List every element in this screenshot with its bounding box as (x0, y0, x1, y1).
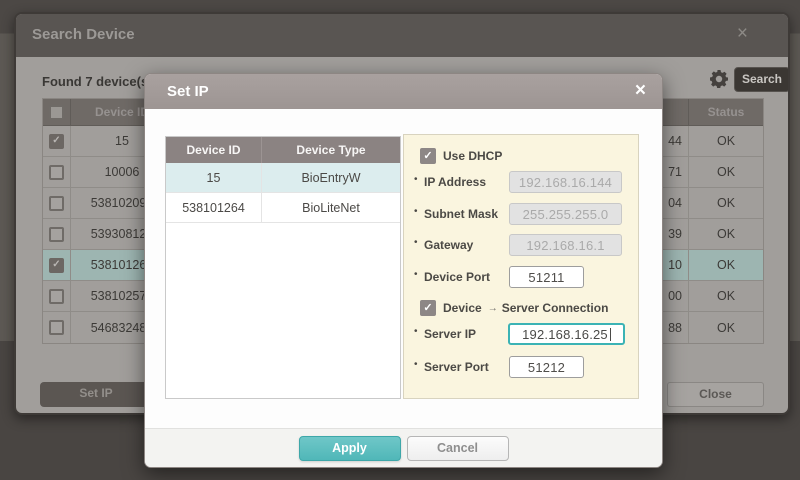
network-settings-panel: ✓ Use DHCP • IP Address 192.168.16.144 •… (403, 134, 639, 399)
subnet-mask-label: Subnet Mask (424, 203, 498, 225)
cancel-button[interactable]: Cancel (407, 436, 509, 461)
modal-table-row[interactable]: 538101264 BioLiteNet (166, 193, 400, 223)
subnet-mask-input: 255.255.255.0 (509, 203, 622, 225)
modal-device-id-cell: 538101264 (166, 193, 262, 222)
server-port-label: Server Port (424, 356, 489, 378)
set-ip-modal: Set IP × Device ID Device Type 15 BioEnt… (144, 73, 663, 468)
status-cell: OK (688, 157, 763, 187)
modal-titlebar: Set IP × (145, 74, 662, 109)
ip-address-label: IP Address (424, 171, 486, 193)
use-dhcp-checkbox[interactable]: ✓ (420, 148, 436, 164)
row-checkbox[interactable]: ✓ (49, 134, 64, 149)
gateway-input: 192.168.16.1 (509, 234, 622, 256)
status-header: Status (688, 99, 763, 125)
modal-body: Device ID Device Type 15 BioEntryW 53810… (145, 109, 662, 428)
server-ip-label: Server IP (424, 323, 476, 345)
modal-close-icon[interactable]: × (635, 80, 646, 102)
server-port-input[interactable]: 51212 (509, 356, 584, 378)
bullet-icon: • (414, 326, 418, 337)
status-cell: OK (688, 312, 763, 343)
device-port-label: Device Port (424, 266, 490, 288)
modal-table-row[interactable]: 15 BioEntryW (166, 163, 400, 193)
row-checkbox[interactable] (49, 227, 64, 242)
close-button[interactable]: Close (667, 382, 764, 407)
bullet-icon: • (414, 174, 418, 185)
search-button[interactable]: Search (734, 67, 790, 92)
settings-gear-icon[interactable] (710, 70, 728, 88)
gateway-label: Gateway (424, 234, 473, 256)
use-dhcp-label: Use DHCP (443, 149, 502, 163)
apply-button[interactable]: Apply (299, 436, 401, 461)
server-ip-value: 192.168.16.25 (522, 327, 608, 342)
text-cursor (610, 328, 611, 341)
set-ip-button[interactable]: Set IP (40, 382, 152, 407)
row-checkbox[interactable] (49, 196, 64, 211)
connection-device-label: Device (443, 301, 482, 315)
row-checkbox[interactable]: ✓ (49, 258, 64, 273)
modal-table-header: Device ID Device Type (166, 137, 400, 163)
app-background: Search Device × Found 7 device(s). Searc… (0, 0, 800, 480)
select-all-checkbox[interactable] (49, 105, 64, 120)
row-checkbox[interactable] (49, 165, 64, 180)
bullet-icon: • (414, 237, 418, 248)
found-devices-text: Found 7 device(s). (42, 74, 156, 89)
connection-server-label: Server Connection (502, 301, 609, 315)
row-checkbox[interactable] (49, 320, 64, 335)
bullet-icon: • (414, 206, 418, 217)
checkmark-icon: ✓ (423, 151, 432, 162)
ip-address-input: 192.168.16.144 (509, 171, 622, 193)
status-cell: OK (688, 250, 763, 280)
checkmark-icon: ✓ (52, 260, 60, 270)
modal-device-id-header: Device ID (166, 137, 262, 163)
modal-title: Set IP (167, 83, 209, 100)
bullet-icon: • (414, 359, 418, 370)
status-cell: OK (688, 126, 763, 156)
device-server-connection-checkbox[interactable]: ✓ (420, 300, 436, 316)
row-checkbox[interactable] (49, 289, 64, 304)
arrow-right-icon: → (488, 303, 498, 314)
modal-device-type-header: Device Type (262, 137, 400, 163)
search-dialog-close-icon[interactable]: × (737, 23, 748, 45)
status-cell: OK (688, 281, 763, 311)
bullet-icon: • (414, 269, 418, 280)
modal-footer: Apply Cancel (145, 428, 662, 467)
modal-device-table: Device ID Device Type 15 BioEntryW 53810… (165, 136, 401, 399)
device-port-input[interactable]: 51211 (509, 266, 584, 288)
status-cell: OK (688, 219, 763, 249)
checkmark-icon: ✓ (52, 136, 60, 146)
checkmark-icon: ✓ (423, 303, 432, 314)
modal-device-type-cell: BioLiteNet (262, 193, 400, 222)
status-cell: OK (688, 188, 763, 218)
search-dialog-title: Search Device (32, 26, 135, 43)
modal-device-id-cell: 15 (166, 163, 262, 192)
server-ip-input[interactable]: 192.168.16.25 (508, 323, 625, 345)
modal-device-type-cell: BioEntryW (262, 163, 400, 192)
search-dialog-titlebar: Search Device × (16, 14, 788, 57)
